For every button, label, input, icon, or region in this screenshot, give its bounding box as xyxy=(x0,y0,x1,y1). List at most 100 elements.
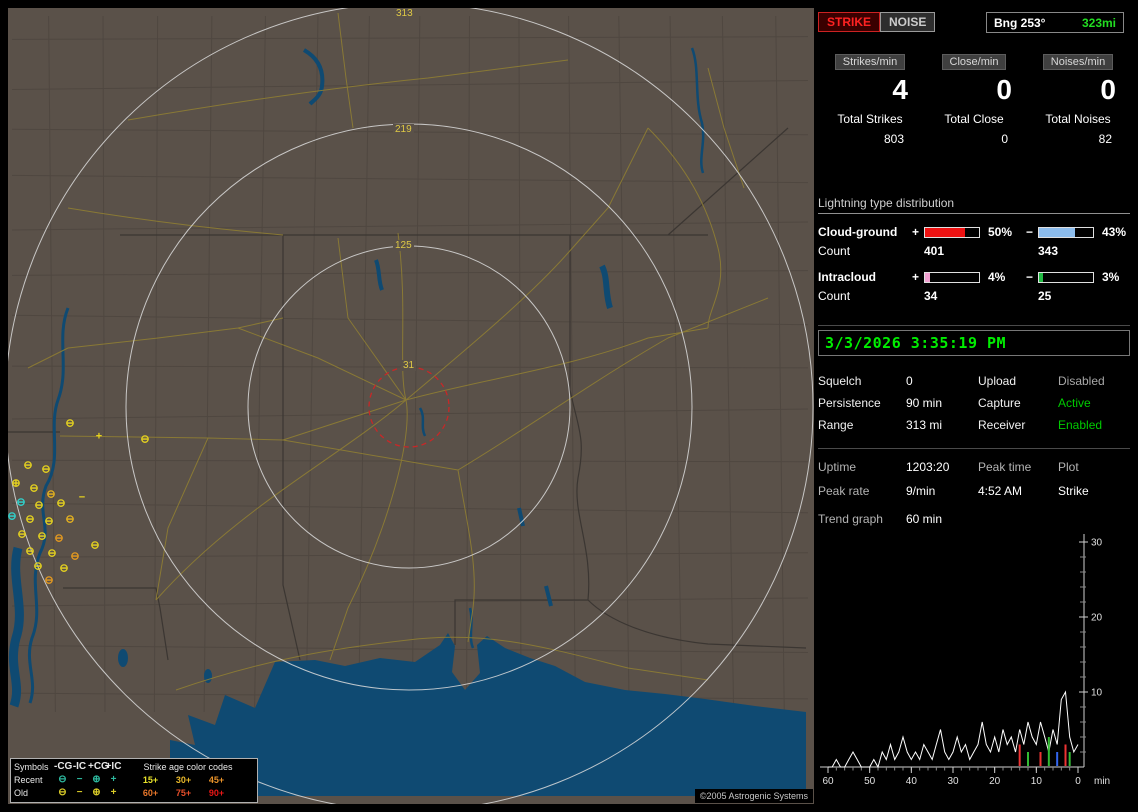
bearing-value: Bng 253° xyxy=(994,16,1045,30)
trend-graph-header: Trend graph60 min xyxy=(818,512,942,526)
strike-symbol-cgn: ⊖ xyxy=(54,534,63,545)
distribution-row: Cloud-ground+50%− 43% xyxy=(818,223,1130,241)
status-panel: STRIKE NOISE Bng 253° 323mi Strikes/min 4… xyxy=(818,8,1130,804)
strike-symbol-cgn: ⊖ xyxy=(34,501,43,512)
bearing-display: Bng 253° 323mi xyxy=(986,12,1124,33)
lake xyxy=(118,649,128,667)
trend-axis-label: 10 xyxy=(1031,776,1043,787)
strike-symbol-cgn: ⊖ xyxy=(65,515,74,526)
legend-header-row: Symbols-CG-IC+CG+ICStrike age color code… xyxy=(14,760,254,773)
strike-symbol-cgn: ⊖ xyxy=(37,532,46,543)
legend-symbol: ⊖ xyxy=(54,787,71,798)
strike-symbol-cgn: ⊖ xyxy=(25,515,34,526)
status-label: Persistence xyxy=(818,396,906,410)
lake xyxy=(204,669,212,683)
range-ring-label: 219 xyxy=(393,124,414,135)
strike-symbol-cgn: ⊖ xyxy=(140,435,149,446)
positive-count: 401 xyxy=(924,244,984,258)
negative-sign: − xyxy=(1026,225,1038,239)
negative-sign: − xyxy=(1026,270,1038,284)
receiver-status: Squelch0UploadDisabledPersistence90 minC… xyxy=(818,374,1130,432)
uptime-info: Uptime1203:20Peak timePlotPeak rate9/min… xyxy=(818,460,1130,498)
strike-symbol-cgn: ⊖ xyxy=(56,499,65,510)
strike-toggle-button[interactable]: STRIKE xyxy=(818,12,880,32)
status-label: Capture xyxy=(978,396,1058,410)
rate-header: Close/min xyxy=(942,54,1007,70)
uptime-value: 4:52 AM xyxy=(978,484,1058,498)
rate-value: 0 xyxy=(1026,74,1130,110)
strike-symbol-cgn: ⊖ xyxy=(46,490,55,501)
negative-bar xyxy=(1038,272,1094,283)
legend-symbol: + xyxy=(105,774,122,785)
total-label: Total Close xyxy=(922,112,1026,126)
river-basin xyxy=(13,548,19,706)
trend-axis-label: 30 xyxy=(1091,538,1103,549)
strike-symbol-cgn: ⊖ xyxy=(41,465,50,476)
legend-column-header: +IC xyxy=(105,761,122,772)
positive-percent: 50% xyxy=(984,225,1026,239)
trend-axis-label: 20 xyxy=(1091,613,1103,624)
strike-symbol-cgn: ⊖ xyxy=(90,541,99,552)
legend-row: Recent⊖−⊕+15+30+45+ xyxy=(14,773,254,786)
negative-percent: 43% xyxy=(1098,225,1130,239)
rate-value: 4 xyxy=(818,74,922,110)
legend-row-label: Old xyxy=(14,788,54,798)
distribution-type-label: Intracloud xyxy=(818,270,912,284)
uptime-label: Plot xyxy=(1058,460,1130,474)
trend-axis-label: 20 xyxy=(989,776,1001,787)
strike-symbol-cgn: ⊖ xyxy=(70,552,79,563)
strike-symbol-icp: + xyxy=(96,432,102,443)
negative-bar xyxy=(1038,227,1094,238)
separator xyxy=(818,448,1130,449)
status-value: Active xyxy=(1058,396,1130,410)
status-value: 90 min xyxy=(906,396,978,410)
legend-row: Old⊖−⊕+60+75+90+ xyxy=(14,786,254,799)
trend-axis-label: 0 xyxy=(1075,776,1081,787)
positive-bar xyxy=(924,272,980,283)
range-ring-label: 31 xyxy=(401,360,416,371)
rate-header: Strikes/min xyxy=(835,54,905,70)
strike-symbol-cgn: ⊖ xyxy=(59,564,68,575)
trend-axis-label: min xyxy=(1094,776,1110,787)
legend-symbol: − xyxy=(71,774,88,785)
noise-toggle-button[interactable]: NOISE xyxy=(880,12,935,32)
distribution-type-label: Cloud-ground xyxy=(818,225,912,239)
legend-symbol: ⊕ xyxy=(88,774,105,785)
rate-value: 0 xyxy=(922,74,1026,110)
distribution-rows: Cloud-ground+50%−43%Count401343Intraclou… xyxy=(818,223,1130,306)
legend-column-header: -CG xyxy=(54,761,71,772)
legend-age-code: 30+ xyxy=(167,775,200,785)
legend-symbols-title: Symbols xyxy=(14,762,54,772)
strike-symbol-cgn: ⊖ xyxy=(33,562,42,573)
trend-graph: 1020306050403020100min xyxy=(818,532,1130,798)
range-ring-label: 125 xyxy=(393,240,414,251)
positive-sign: + xyxy=(912,270,924,284)
map-legend: Symbols-CG-IC+CG+ICStrike age color code… xyxy=(10,758,258,803)
positive-bar-fill xyxy=(925,228,965,237)
lightning-map[interactable]: 31321912531 ⊖+⊖⊖⊖⊕⊖⊖⊖⊖⊖⊖⊖⊖⊖⊖⊖⊖⊖⊖⊖⊖⊖⊖⊖− S… xyxy=(8,8,814,804)
negative-bar-fill xyxy=(1039,273,1043,282)
stat-column: Close/min 0 Total Close 0 xyxy=(922,54,1026,146)
total-value: 0 xyxy=(922,132,1026,146)
trend-axis-label: 40 xyxy=(906,776,918,787)
legend-column-header: -IC xyxy=(71,761,88,772)
negative-count: 25 xyxy=(1038,289,1098,303)
trend-axis-label: 50 xyxy=(864,776,876,787)
legend-row-label: Recent xyxy=(14,775,54,785)
legend-symbol: − xyxy=(71,787,88,798)
count-label: Count xyxy=(818,289,912,303)
strike-symbol-cgn: ⊖ xyxy=(17,530,26,541)
legend-symbol: + xyxy=(105,787,122,798)
strike-symbol-cgn: ⊖ xyxy=(47,549,56,560)
strike-symbol-cgn: ⊖ xyxy=(23,461,32,472)
positive-sign: + xyxy=(912,225,924,239)
strike-symbol-cgp: ⊕ xyxy=(11,479,20,490)
legend-age-code: 75+ xyxy=(167,788,200,798)
strike-symbol-icn: − xyxy=(79,493,85,504)
strike-symbol-cgn: ⊖ xyxy=(65,419,74,430)
status-label: Receiver xyxy=(978,418,1058,432)
distribution-count-row: Count3425 xyxy=(818,286,1130,306)
uptime-label: Uptime xyxy=(818,460,906,474)
status-value: 0 xyxy=(906,374,978,388)
distribution-row: Intracloud+4%−3% xyxy=(818,268,1130,286)
